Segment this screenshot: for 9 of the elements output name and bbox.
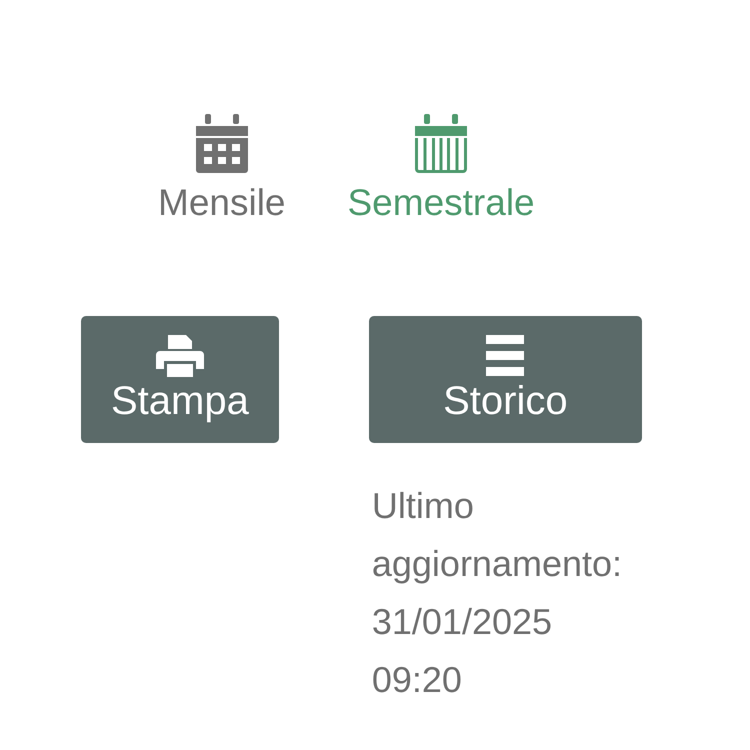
last-update-text: Ultimo aggiornamento: 31/01/2025 09:20 [370,484,624,702]
view-tab[interactable]: Semestrale [348,114,535,224]
printer-icon [156,335,204,377]
view-tab[interactable]: Mensile [158,114,286,224]
calendar-icon [413,114,470,174]
calendar-icon [194,114,250,174]
list-icon [485,335,526,377]
print-button[interactable]: Stampa [81,316,279,443]
history-button[interactable]: Storico [368,316,642,443]
